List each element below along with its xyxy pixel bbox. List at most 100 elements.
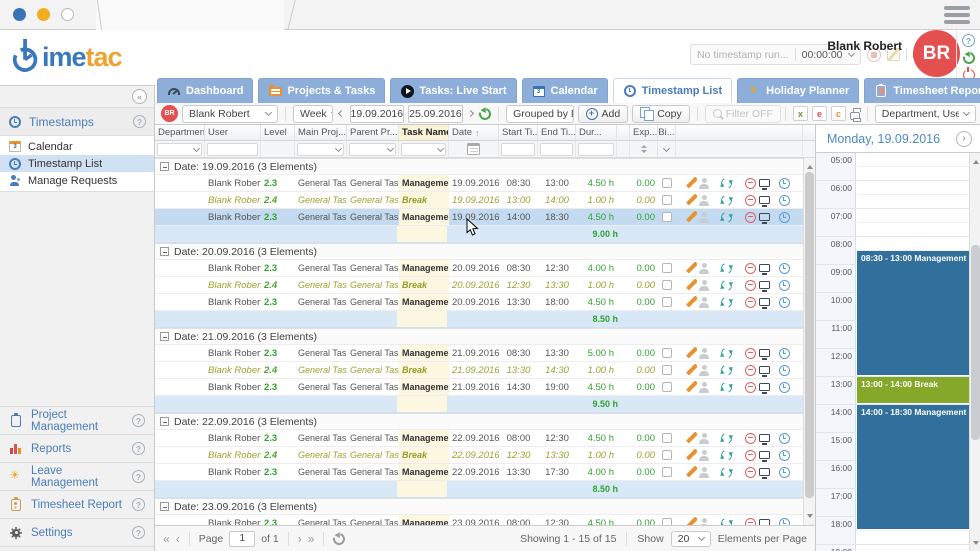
assign-user-icon[interactable] [699,518,709,526]
group-header-row[interactable]: Date: 22.09.2016 (3 Elements) [155,413,803,430]
billable-checkbox[interactable] [662,365,672,375]
column-header-end-time[interactable]: End Ti... [538,125,576,140]
avatar[interactable]: BR [913,30,960,77]
remove-icon[interactable] [745,212,756,223]
table-row[interactable]: Blank Robert 2.4 General Tas... General … [155,447,803,464]
assign-user-icon[interactable] [699,365,709,376]
billable-checkbox[interactable] [662,450,672,460]
sync-icon[interactable] [719,380,733,394]
clock-icon[interactable] [779,212,790,223]
prev-period-button[interactable] [337,105,345,123]
filter-duration-input[interactable] [578,143,614,156]
filter-task-select[interactable] [401,143,446,156]
column-header-start-time[interactable]: Start Ti... [499,125,538,140]
assign-user-icon[interactable] [699,178,709,189]
assign-user-icon[interactable] [699,195,709,206]
tab[interactable]: Timesheet Report [864,78,980,103]
next-day-icon[interactable]: › [956,131,972,147]
scroll-down-icon[interactable] [973,541,979,548]
scrollbar-thumb[interactable] [971,245,980,440]
clock-icon[interactable] [779,467,790,478]
export-file-icon[interactable]: e [812,106,827,121]
remove-icon[interactable] [745,382,756,393]
billable-checkbox[interactable] [662,212,672,222]
table-row[interactable]: Blank Robert 2.3 General Tas... General … [155,515,803,525]
sync-icon[interactable] [719,176,733,190]
remove-icon[interactable] [745,365,756,376]
remove-icon[interactable] [745,195,756,206]
monitor-icon[interactable] [759,196,770,204]
assign-user-icon[interactable] [699,212,709,223]
clock-icon[interactable] [779,348,790,359]
assign-user-icon[interactable] [699,450,709,461]
filter-user-input[interactable] [207,143,258,156]
remove-icon[interactable] [745,518,756,526]
table-row[interactable]: Blank Robert 2.3 General Tas... General … [155,430,803,447]
clock-icon[interactable] [779,178,790,189]
next-period-button[interactable] [467,105,475,123]
add-button[interactable]: Add [578,105,629,123]
edit-pencil-icon[interactable] [686,347,697,359]
edit-pencil-icon[interactable] [686,432,697,444]
column-header-billable[interactable]: Bi... [658,125,676,140]
sync-icon[interactable] [719,295,733,309]
billable-checkbox[interactable] [662,518,672,525]
collapse-group-icon[interactable] [160,417,169,426]
help-icon[interactable] [132,414,145,427]
edit-pencil-icon[interactable] [686,449,697,461]
remove-icon[interactable] [745,467,756,478]
date-from-input[interactable]: 19.09.2016 [350,105,405,123]
sync-icon[interactable] [719,465,733,479]
edit-pencil-icon[interactable] [686,296,697,308]
column-header-level[interactable]: Level [261,125,295,140]
remove-icon[interactable] [745,348,756,359]
group-by-select[interactable]: Grouped by Date [506,105,573,123]
sync-icon[interactable] [719,363,733,377]
clock-icon[interactable] [779,518,790,526]
billable-checkbox[interactable] [662,297,672,307]
last-page-button[interactable]: » [308,533,315,545]
column-header-duration[interactable]: Dur... [576,125,617,140]
menu-icon[interactable] [944,6,970,24]
help-icon[interactable] [132,470,145,483]
collapse-group-icon[interactable] [160,247,169,256]
monitor-icon[interactable] [759,383,770,391]
remove-icon[interactable] [745,433,756,444]
copy-button[interactable]: Copy [632,105,690,123]
sidebar-section[interactable]: Project Management [0,406,154,435]
assign-user-icon[interactable] [699,382,709,393]
sync-icon[interactable] [719,261,733,275]
prev-page-button[interactable]: ‹ [176,533,180,545]
assign-user-icon[interactable] [699,297,709,308]
export-file-icon[interactable]: x [793,106,808,121]
edit-pencil-icon[interactable] [686,364,697,376]
filter-department-select[interactable] [157,143,202,156]
monitor-icon[interactable] [759,349,770,357]
sidebar-section[interactable]: Leave Management [0,462,154,491]
clock-icon[interactable] [779,450,790,461]
table-row[interactable]: Blank Robert 2.4 General Tas... General … [155,192,803,209]
table-row[interactable]: Blank Robert 2.3 General Tas... General … [155,379,803,396]
page-size-select[interactable]: 20 [671,531,711,547]
remove-icon[interactable] [745,263,756,274]
clock-icon[interactable] [779,195,790,206]
billable-checkbox[interactable] [662,280,672,290]
billable-checkbox[interactable] [662,263,672,273]
sidebar-group-timestamps[interactable]: Timestamps [0,108,154,136]
tab[interactable]: Dashboard [157,78,253,103]
monitor-icon[interactable] [759,213,770,221]
monitor-icon[interactable] [759,366,770,374]
clock-icon[interactable] [779,263,790,274]
assign-user-icon[interactable] [699,348,709,359]
browser-tab[interactable] [96,0,284,30]
column-header-parent-project[interactable]: Parent Pr... [347,125,399,140]
calendar-event[interactable]: 14:00 - 18:30 Management [857,405,969,530]
table-row[interactable]: Blank Robert 2.3 General Tas... General … [155,260,803,277]
table-row[interactable]: Blank Robert 2.4 General Tas... General … [155,362,803,379]
column-header-user[interactable]: User [205,125,261,140]
refresh-icon[interactable] [331,530,347,546]
edit-pencil-icon[interactable] [686,466,697,478]
edit-pencil-icon[interactable] [686,381,697,393]
clock-icon[interactable] [779,280,790,291]
filter-billable-select[interactable] [663,144,670,151]
